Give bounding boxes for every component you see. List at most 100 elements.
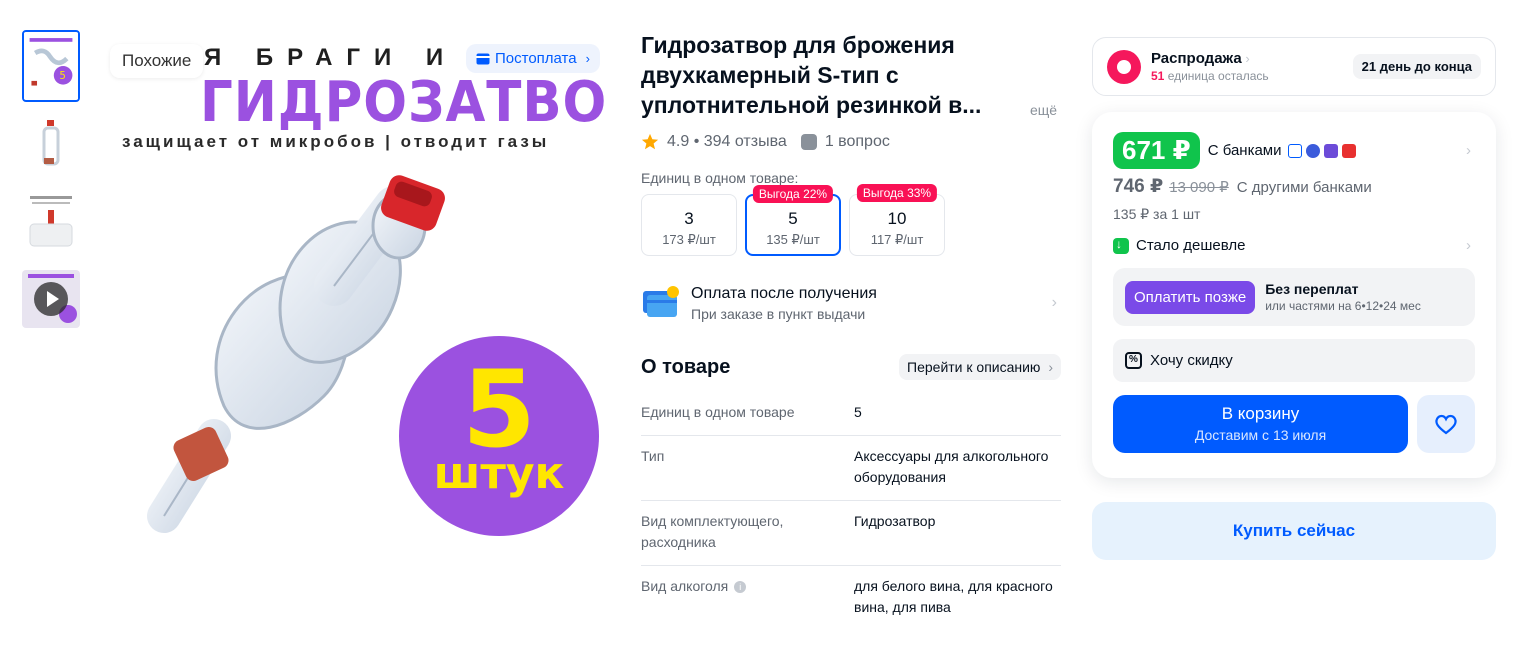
- card-icon: [476, 53, 490, 64]
- payment-after-receipt-row[interactable]: Оплата после получения При заказе в пунк…: [641, 282, 1061, 324]
- sale-banner[interactable]: Распродажа › 51 единица осталась 21 день…: [1092, 37, 1496, 96]
- sale-days-left: 21 день до конца: [1352, 54, 1481, 79]
- bank-price-row[interactable]: 671 ₽ С банками ›: [1113, 132, 1475, 169]
- variant-3[interactable]: 3 173 ₽/шт: [641, 194, 737, 256]
- discount-badge: Выгода 22%: [752, 185, 834, 203]
- info-icon[interactable]: i: [734, 581, 747, 594]
- heart-icon: [1435, 414, 1457, 435]
- discount-icon: %: [1125, 352, 1142, 369]
- airlock-illustration: [147, 175, 445, 533]
- thumbnail-2[interactable]: [22, 110, 80, 182]
- attribute-name: Вид комплектующего, расходника: [641, 513, 784, 550]
- price-dropped-label: Стало дешевле: [1136, 237, 1246, 254]
- price-dropped-row[interactable]: Стало дешевле ›: [1113, 237, 1475, 254]
- cart-row: В корзину Доставим с 13 июля: [1113, 395, 1475, 453]
- attribute-row: Тип Аксессуары для алкогольного оборудов…: [641, 436, 1061, 501]
- variant-qty: 5: [788, 209, 798, 228]
- postpay-chip[interactable]: Постоплата ›: [466, 44, 600, 73]
- rating-row: 4.9 • 394 отзыва 1 вопрос: [641, 132, 1061, 152]
- chevron-right-icon: ›: [1466, 237, 1471, 254]
- thumbnail-1[interactable]: 5: [22, 30, 80, 102]
- discount-badge: Выгода 33%: [856, 184, 938, 202]
- chevron-right-icon: ›: [1048, 359, 1053, 375]
- rating-text[interactable]: 4.9 • 394 отзыва: [667, 133, 787, 151]
- pay-later-button[interactable]: Оплатить позже: [1125, 280, 1256, 314]
- buy-now-button[interactable]: Купить сейчас: [1092, 502, 1496, 560]
- play-icon: [34, 282, 68, 316]
- buy-card: 671 ₽ С банками › 746 ₽ 13 090 ₽ С други…: [1092, 112, 1496, 478]
- about-title: О товаре: [641, 355, 731, 378]
- want-discount-label: Хочу скидку: [1150, 352, 1233, 369]
- variant-price: 173 ₽/шт: [662, 232, 716, 247]
- chevron-right-icon: ›: [1051, 294, 1057, 311]
- bank-logo-icon: [1305, 143, 1320, 158]
- quantity-badge-graphic: 5 штук: [399, 336, 599, 536]
- payment-card-icon: [643, 286, 679, 317]
- other-banks-label: С другими банками: [1236, 179, 1372, 196]
- attribute-value: 5: [854, 404, 862, 420]
- similar-button[interactable]: Похожие: [110, 44, 204, 78]
- star-icon: [641, 133, 659, 150]
- old-price: 13 090 ₽: [1169, 179, 1229, 196]
- product-title: Гидрозатвор для брожения двухкамерный S-…: [641, 32, 982, 118]
- variant-price: 135 ₽/шт: [766, 232, 820, 247]
- attribute-row: Вид алкоголя i для белого вина, для красн…: [641, 566, 1061, 630]
- thumbnail-product-image: [22, 190, 80, 262]
- variant-5[interactable]: Выгода 22% 5 135 ₽/шт: [745, 185, 841, 256]
- thumbnail-product-image: 5: [24, 32, 78, 100]
- arrow-down-icon: [1113, 237, 1129, 254]
- go-to-description-label: Перейти к описанию: [907, 359, 1041, 375]
- variant-10[interactable]: Выгода 33% 10 117 ₽/шт: [849, 184, 945, 256]
- variant-price: 117 ₽/шт: [870, 232, 924, 247]
- attribute-value: Гидрозатвор: [854, 513, 936, 529]
- product-info: Гидрозатвор для брожения двухкамерный S-…: [641, 30, 1061, 630]
- price-per-unit: 135 ₽ за 1 шт: [1113, 206, 1201, 222]
- other-price-row: 746 ₽ 13 090 ₽ С другими банками: [1113, 175, 1475, 198]
- attribute-name: Вид алкоголя: [641, 578, 729, 594]
- sale-remaining-count: 51: [1151, 69, 1165, 83]
- add-to-cart-label: В корзину: [1221, 404, 1300, 423]
- pay-later-title: Без переплат: [1265, 281, 1359, 297]
- sale-logo-icon: [1107, 49, 1141, 84]
- bank-logo-icon: [1323, 143, 1338, 158]
- payment-title: Оплата после получения: [691, 284, 877, 302]
- delivery-date: Доставим с 13 июля: [1194, 427, 1327, 443]
- bank-price-label: С банками: [1207, 142, 1282, 159]
- sale-remaining-text: единица осталась: [1164, 69, 1269, 83]
- units-label: Единиц в одном товаре:: [641, 170, 799, 186]
- bank-logos: [1287, 143, 1356, 158]
- question-icon: [800, 134, 817, 150]
- payment-subtitle: При заказе в пункт выдачи: [691, 305, 866, 322]
- bank-price: 671 ₽: [1113, 132, 1200, 169]
- thumbnail-video[interactable]: [22, 270, 80, 328]
- variant-selector: 3 173 ₽/шт Выгода 22% 5 135 ₽/шт Выгода …: [641, 184, 1061, 256]
- svg-text:5: 5: [59, 70, 66, 82]
- attribute-value: для белого вина, для красного вина, для …: [854, 578, 1053, 615]
- attributes-table: Единиц в одном товаре 5 Тип Аксессуары д…: [641, 392, 1061, 630]
- other-banks-price: 746 ₽: [1113, 176, 1164, 197]
- variant-qty: 10: [887, 209, 907, 228]
- attribute-name: Единиц в одном товаре: [641, 404, 795, 420]
- attribute-value: Аксессуары для алкогольного оборудования: [854, 448, 1049, 485]
- go-to-description-button[interactable]: Перейти к описанию ›: [899, 354, 1061, 380]
- add-to-cart-button[interactable]: В корзину Доставим с 13 июля: [1113, 395, 1408, 453]
- want-discount-button[interactable]: % Хочу скидку: [1113, 339, 1475, 382]
- pay-later-subtitle: или частями на 6•12•24 мес: [1265, 299, 1421, 313]
- chevron-right-icon: ›: [1241, 51, 1250, 66]
- main-product-image[interactable]: Я БРАГИ И В ГИДРОЗАТВОР защищает от микр…: [104, 36, 604, 636]
- attribute-row: Единиц в одном товаре 5: [641, 392, 1061, 436]
- favorite-button[interactable]: [1417, 395, 1475, 453]
- pay-later-box: Оплатить позже Без переплат или частями …: [1113, 268, 1475, 326]
- ozon-bank-icon: [1287, 143, 1302, 158]
- sale-title: Распродажа: [1151, 50, 1242, 67]
- thumbnail-3[interactable]: [22, 190, 80, 262]
- thumbnail-product-image: [22, 110, 80, 182]
- attribute-row: Вид комплектующего, расходника Гидрозатв…: [641, 501, 1061, 566]
- title-more-link[interactable]: ещё: [1030, 102, 1057, 118]
- postpay-label: Постоплата: [495, 50, 577, 67]
- thumbnail-list: 5: [22, 30, 80, 336]
- chevron-right-icon: ›: [1466, 142, 1471, 159]
- sale-title-row: Распродажа ›: [1151, 50, 1269, 67]
- questions-link[interactable]: 1 вопрос: [825, 133, 890, 151]
- bank-logo-icon: [1341, 143, 1356, 158]
